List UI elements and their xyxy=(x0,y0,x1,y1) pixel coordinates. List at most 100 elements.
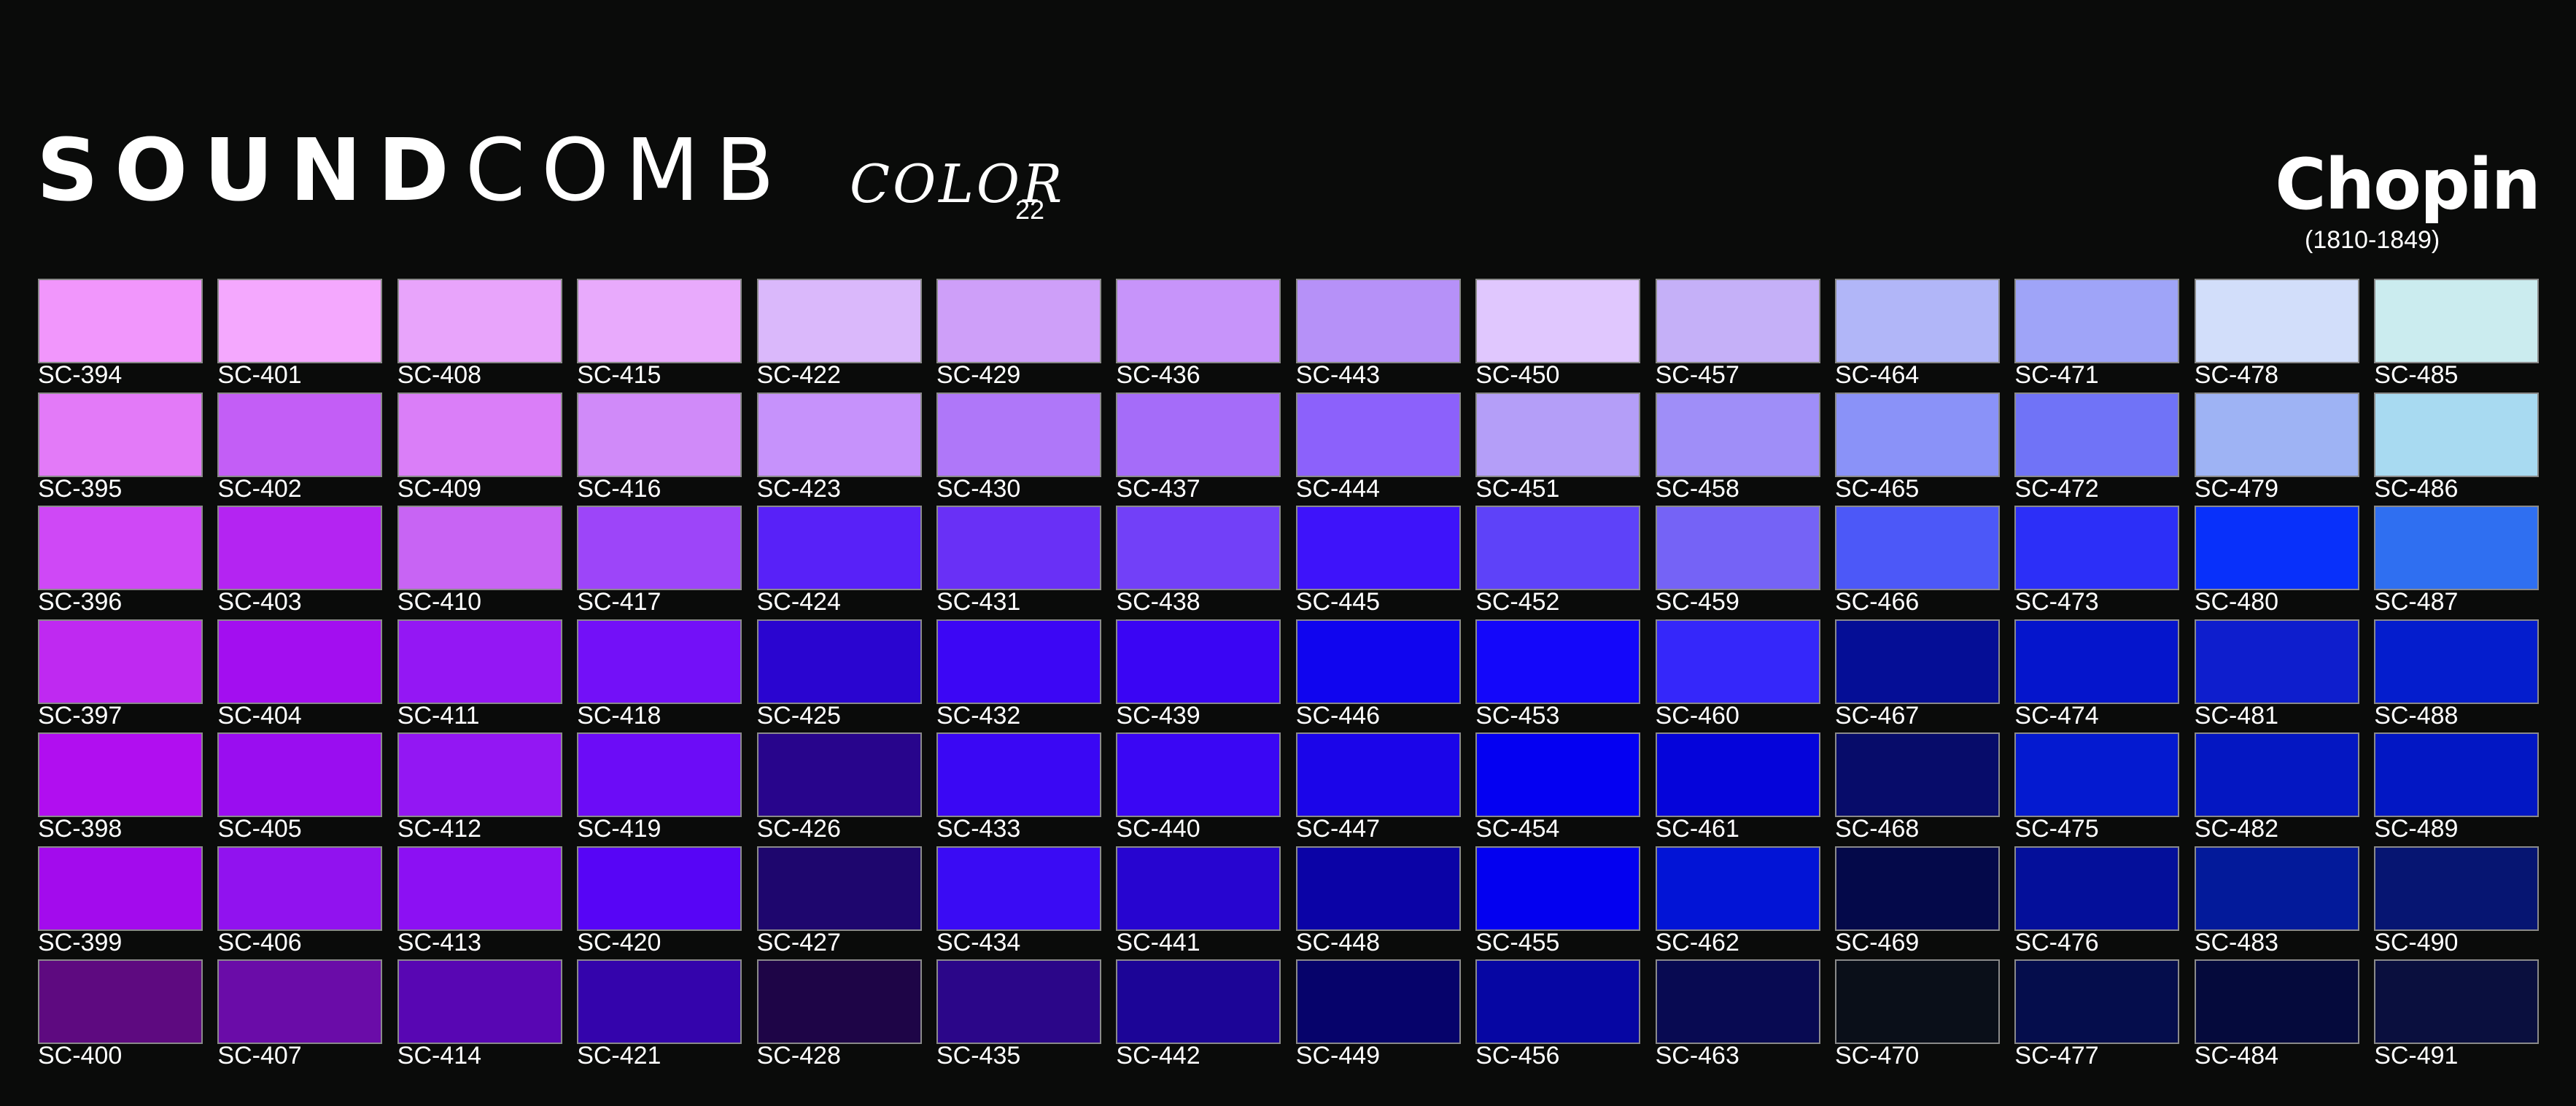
swatch-code-label: SC-460 xyxy=(1655,701,1739,730)
swatch-cell: SC-456 xyxy=(1475,959,1641,1070)
swatch-cell: SC-431 xyxy=(936,506,1101,616)
color-swatch xyxy=(936,506,1101,590)
swatch-cell: SC-491 xyxy=(2374,959,2540,1070)
swatch-code-label: SC-482 xyxy=(2194,815,2279,843)
swatch-code-label: SC-425 xyxy=(756,701,841,730)
swatch-cell: SC-418 xyxy=(577,619,742,730)
swatch-cell: SC-472 xyxy=(2014,392,2180,503)
swatch-code-label: SC-473 xyxy=(2014,588,2099,616)
swatch-cell: SC-467 xyxy=(1835,619,2000,730)
swatch-code-label: SC-453 xyxy=(1475,701,1560,730)
swatch-code-label: SC-446 xyxy=(1295,701,1381,730)
color-swatch xyxy=(756,846,922,931)
swatch-code-label: SC-455 xyxy=(1475,928,1560,956)
color-swatch xyxy=(2194,732,2359,817)
color-swatch xyxy=(217,506,383,590)
swatch-code-label: SC-476 xyxy=(2014,928,2099,956)
swatch-cell: SC-440 xyxy=(1116,732,1281,843)
swatch-code-label: SC-479 xyxy=(2194,474,2279,503)
swatch-cell: SC-460 xyxy=(1655,619,1820,730)
swatch-cell: SC-406 xyxy=(217,846,383,956)
swatch-code-label: SC-470 xyxy=(1835,1042,1920,1070)
swatch-cell: SC-462 xyxy=(1655,846,1820,956)
swatch-code-label: SC-459 xyxy=(1655,588,1739,616)
color-swatch xyxy=(1295,846,1461,931)
color-swatch xyxy=(2374,619,2540,704)
swatch-code-label: SC-471 xyxy=(2014,361,2099,389)
color-swatch xyxy=(1116,959,1281,1044)
color-swatch xyxy=(38,279,203,363)
swatch-cell: SC-414 xyxy=(397,959,562,1070)
swatch-cell: SC-479 xyxy=(2194,392,2359,503)
color-swatch xyxy=(936,846,1101,931)
swatch-code-label: SC-430 xyxy=(936,474,1021,503)
swatch-code-label: SC-429 xyxy=(936,361,1021,389)
swatch-cell: SC-475 xyxy=(2014,732,2180,843)
swatch-code-label: SC-451 xyxy=(1475,474,1560,503)
swatch-code-label: SC-408 xyxy=(397,361,482,389)
color-swatch xyxy=(1475,959,1641,1044)
swatch-cell: SC-430 xyxy=(936,392,1101,503)
swatch-cell: SC-446 xyxy=(1295,619,1461,730)
swatch-cell: SC-482 xyxy=(2194,732,2359,843)
swatch-code-label: SC-442 xyxy=(1116,1042,1200,1070)
swatch-cell: SC-432 xyxy=(936,619,1101,730)
color-swatch xyxy=(756,506,922,590)
color-swatch xyxy=(1655,506,1820,590)
color-swatch xyxy=(217,846,383,931)
swatch-code-label: SC-490 xyxy=(2374,928,2459,956)
color-chart-page: SOUNDCOMB COLOR 22 Chopin (1810-1849) SC… xyxy=(0,0,2576,1106)
swatch-cell: SC-465 xyxy=(1835,392,2000,503)
swatch-cell: SC-399 xyxy=(38,846,203,956)
color-swatch xyxy=(1475,392,1641,477)
swatch-code-label: SC-440 xyxy=(1116,815,1200,843)
swatch-cell: SC-396 xyxy=(38,506,203,616)
swatch-code-label: SC-465 xyxy=(1835,474,1920,503)
swatch-cell: SC-450 xyxy=(1475,279,1641,389)
color-swatch xyxy=(1835,732,2000,817)
swatch-code-label: SC-414 xyxy=(397,1042,482,1070)
swatch-code-label: SC-404 xyxy=(217,701,302,730)
swatch-cell: SC-412 xyxy=(397,732,562,843)
swatch-cell: SC-425 xyxy=(756,619,922,730)
swatch-cell: SC-426 xyxy=(756,732,922,843)
swatch-cell: SC-483 xyxy=(2194,846,2359,956)
swatch-cell: SC-485 xyxy=(2374,279,2540,389)
swatch-cell: SC-469 xyxy=(1835,846,2000,956)
swatch-cell: SC-436 xyxy=(1116,279,1281,389)
color-swatch xyxy=(1655,392,1820,477)
color-swatch xyxy=(38,959,203,1044)
swatch-code-label: SC-488 xyxy=(2374,701,2459,730)
swatch-cell: SC-463 xyxy=(1655,959,1820,1070)
color-swatch xyxy=(577,846,742,931)
swatch-cell: SC-394 xyxy=(38,279,203,389)
swatch-cell: SC-435 xyxy=(936,959,1101,1070)
color-swatch xyxy=(1295,392,1461,477)
swatch-code-label: SC-441 xyxy=(1116,928,1200,956)
swatch-code-label: SC-477 xyxy=(2014,1042,2099,1070)
swatch-code-label: SC-457 xyxy=(1655,361,1739,389)
color-swatch xyxy=(2014,732,2180,817)
swatch-grid: SC-394 SC-395 SC-396 SC-397 SC-398 SC-399 SC-4… xyxy=(0,0,2576,1106)
swatch-code-label: SC-443 xyxy=(1295,361,1381,389)
color-swatch xyxy=(1835,506,2000,590)
swatch-cell: SC-424 xyxy=(756,506,922,616)
swatch-code-label: SC-483 xyxy=(2194,928,2279,956)
swatch-code-label: SC-454 xyxy=(1475,815,1560,843)
swatch-code-label: SC-449 xyxy=(1295,1042,1381,1070)
swatch-code-label: SC-423 xyxy=(756,474,841,503)
color-swatch xyxy=(1295,279,1461,363)
swatch-code-label: SC-484 xyxy=(2194,1042,2279,1070)
color-swatch xyxy=(2374,959,2540,1044)
swatch-cell: SC-413 xyxy=(397,846,562,956)
swatch-code-label: SC-422 xyxy=(756,361,841,389)
swatch-code-label: SC-481 xyxy=(2194,701,2279,730)
swatch-cell: SC-480 xyxy=(2194,506,2359,616)
color-swatch xyxy=(397,959,562,1044)
color-swatch xyxy=(217,392,383,477)
color-swatch xyxy=(577,279,742,363)
swatch-cell: SC-437 xyxy=(1116,392,1281,503)
color-swatch xyxy=(1116,732,1281,817)
color-swatch xyxy=(756,619,922,704)
swatch-code-label: SC-395 xyxy=(38,474,123,503)
